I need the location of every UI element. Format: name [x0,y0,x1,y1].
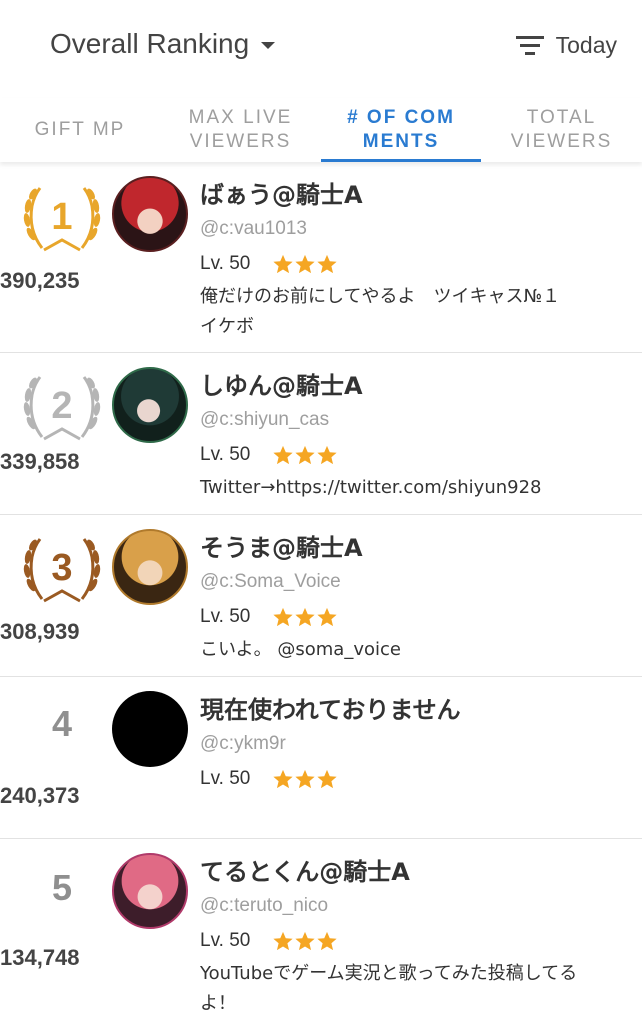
star-rating [272,606,338,628]
streamer-name[interactable]: ばぁう@騎士A [200,180,612,210]
level-line: Lv. 50 [200,443,612,467]
ranking-tabs: GIFT MP MAX LIVE VIEWERS # OF COM MENTS … [0,98,642,162]
star-rating [272,930,338,952]
streamer-name[interactable]: そうま@騎士A [200,533,612,563]
silver-laurel-badge-icon: 2 [23,376,101,441]
comment-count: 339,858 [0,449,80,474]
comment-count: 308,939 [0,619,80,644]
star-icon [273,769,293,789]
avatar[interactable] [112,691,188,767]
star-icon [295,931,315,951]
level-label: Lv. 50 [200,444,251,465]
period-filter-label: Today [555,32,617,58]
ranking-type-dropdown[interactable]: Overall Ranking [50,28,276,60]
streamer-info: ばぁう@騎士A @c:vau1013 Lv. 50 俺だけのお前にしてやるよ ツ… [200,180,612,342]
streamer-name[interactable]: しゆん@騎士A [200,371,612,401]
streamer-info: しゆん@騎士A @c:shiyun_cas Lv. 50 Twitter→htt… [200,371,612,503]
rank-number: 1 [51,196,72,238]
tab-total-viewers[interactable]: TOTAL VIEWERS [481,98,642,162]
tab-label: MAX LIVE VIEWERS [188,107,293,152]
streamer-info: そうま@騎士A @c:Soma_Voice Lv. 50 こいよ。 @soma_… [200,533,612,665]
ranking-row[interactable]: 4 240,373 現在使われておりません @c:ykm9r Lv. 50 [0,677,642,839]
level-label: Lv. 50 [200,768,251,789]
star-icon [295,445,315,465]
streamer-name[interactable]: てるとくん@騎士A [200,857,612,887]
caret-down-icon [261,42,276,49]
bronze-laurel-badge-icon: 3 [23,538,101,603]
rank-number: 4 [51,703,73,744]
ranking-row[interactable]: 5 134,748 てるとくん@騎士A @c:teruto_nico Lv. 5… [0,839,642,1024]
streamer-handle: @c:shiyun_cas [200,409,330,430]
avatar[interactable] [112,367,188,443]
star-icon [273,445,293,465]
star-rating [272,444,338,466]
star-icon [295,254,315,274]
star-rating [272,768,338,790]
streamer-handle: @c:Soma_Voice [200,571,341,592]
app-header: Overall Ranking Today [0,0,642,90]
streamer-bio: 俺だけのお前にしてやるよ ツイキャス№１イケボ [200,286,561,337]
rank-number: 2 [51,385,72,427]
star-icon [317,445,337,465]
level-line: Lv. 50 [200,767,612,791]
streamer-handle: @c:ykm9r [200,733,286,754]
period-filter-button[interactable]: Today [515,32,617,59]
level-label: Lv. 50 [200,930,251,951]
streamer-info: 現在使われておりません @c:ykm9r Lv. 50 [200,695,612,791]
streamer-bio: YouTubeでゲーム実況と歌ってみた投稿してるよ！ [200,963,578,1014]
comment-count: 134,748 [0,945,80,970]
star-icon [295,607,315,627]
rank-number: 3 [51,547,72,589]
star-icon [317,769,337,789]
level-line: Lv. 50 [200,252,612,276]
star-icon [273,931,293,951]
level-label: Lv. 50 [200,606,251,627]
streamer-handle: @c:vau1013 [200,218,307,239]
star-icon [317,931,337,951]
tab-label: GIFT MP [34,119,126,140]
level-line: Lv. 50 [200,605,612,629]
star-rating [272,253,338,275]
streamer-bio: Twitter→https://twitter.com/shiyun928 [200,477,542,498]
star-icon [317,607,337,627]
streamer-info: てるとくん@騎士A @c:teruto_nico Lv. 50 YouTubeで… [200,857,612,1019]
star-icon [273,607,293,627]
avatar[interactable] [112,853,188,929]
comment-count: 240,373 [0,783,80,808]
level-label: Lv. 50 [200,253,251,274]
ranking-row[interactable]: 2 339,858 しゆん@騎士A @c:shiyun_cas Lv. 50 T… [0,353,642,515]
comment-count: 390,235 [0,268,80,293]
tab-comments[interactable]: # OF COM MENTS [321,98,481,162]
tab-gift-mp[interactable]: GIFT MP [0,98,160,162]
tab-label: # OF COM MENTS [347,107,455,152]
gold-laurel-badge-icon: 1 [23,187,101,252]
streamer-handle: @c:teruto_nico [200,895,329,916]
ranking-row[interactable]: 3 308,939 そうま@騎士A @c:Soma_Voice Lv. 50 こ… [0,515,642,677]
star-icon [273,254,293,274]
streamer-bio: こいよ。 @soma_voice [200,639,401,660]
level-line: Lv. 50 [200,929,612,953]
page-title: Overall Ranking [50,28,250,59]
tab-label: TOTAL VIEWERS [510,107,613,152]
avatar[interactable] [112,176,188,252]
rank-number: 5 [51,867,73,908]
star-icon [295,769,315,789]
streamer-name[interactable]: 現在使われておりません [200,695,612,725]
tab-max-live-viewers[interactable]: MAX LIVE VIEWERS [160,98,321,162]
filter-icon [515,34,544,58]
ranking-row[interactable]: 1 390,235 ばぁう@騎士A @c:vau1013 Lv. 50 俺だけの… [0,164,642,353]
ranking-list: 1 390,235 ばぁう@騎士A @c:vau1013 Lv. 50 俺だけの… [0,164,642,1024]
avatar[interactable] [112,529,188,605]
star-icon [317,254,337,274]
